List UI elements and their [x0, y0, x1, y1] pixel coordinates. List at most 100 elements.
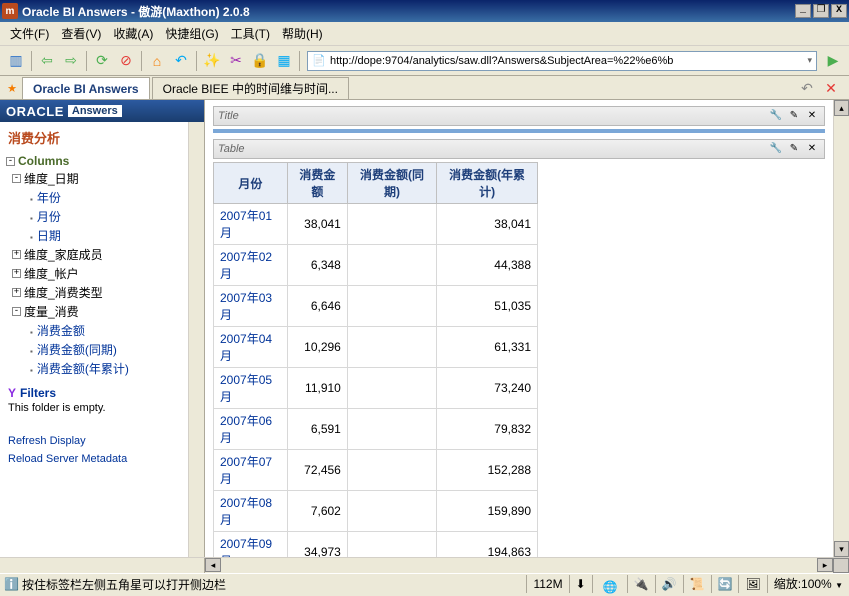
home-icon[interactable]: ⌂ — [146, 50, 168, 72]
url-bar[interactable]: 📄 http://dope:9704/analytics/saw.dll?Ans… — [307, 51, 817, 71]
month-cell[interactable]: 2007年03月 — [214, 286, 288, 327]
collapse-icon[interactable]: - — [12, 174, 21, 183]
value-cell: 44,388 — [437, 245, 538, 286]
expand-icon[interactable]: + — [12, 269, 21, 278]
menu-help[interactable]: 帮助(H) — [276, 23, 329, 44]
value-cell: 194,863 — [437, 532, 538, 558]
menu-file[interactable]: 文件(F) — [4, 23, 55, 44]
scroll-up-icon[interactable]: ▴ — [834, 100, 849, 116]
folder-date[interactable]: 维度_日期 — [24, 172, 79, 186]
tab-inactive[interactable]: Oracle BIEE 中的时间维与时间... — [152, 77, 349, 99]
subject-area-title: 消费分析 — [0, 122, 188, 153]
month-cell[interactable]: 2007年01月 — [214, 204, 288, 245]
month-cell[interactable]: 2007年06月 — [214, 409, 288, 450]
sidebar: ORACLE Answers 消费分析 -Columns -维度_日期 年份 月… — [0, 100, 205, 557]
value-cell: 6,591 — [287, 409, 347, 450]
expand-icon[interactable]: + — [12, 250, 21, 259]
speaker-icon[interactable]: 🔊 — [655, 575, 683, 593]
column-header[interactable]: 消费金额 — [287, 163, 347, 204]
toolbar: ▥ ⇦ ⇨ ⟳ ⊘ ⌂ ↶ ✨ ✂ 🔒 ▦ 📄 http://dope:9704… — [0, 46, 849, 76]
column-day[interactable]: 日期 — [6, 226, 182, 245]
block-ads-icon[interactable]: 🔌 — [627, 575, 655, 593]
column-amount-ytd[interactable]: 消费金额(年累计) — [6, 359, 182, 378]
sidebar-star-icon[interactable]: ★ — [2, 77, 22, 99]
value-cell — [347, 450, 436, 491]
scroll-down-icon[interactable]: ▾ — [834, 541, 849, 557]
edit-icon[interactable]: ✎ — [786, 108, 802, 124]
go-icon[interactable]: ▶ — [822, 50, 844, 72]
folder-measures[interactable]: 度量_消费 — [24, 305, 79, 319]
script-icon[interactable]: 📜 — [683, 575, 711, 593]
menu-favorites[interactable]: 收藏(A) — [107, 23, 159, 44]
cpu-icon[interactable]: 🔄 — [711, 575, 739, 593]
folder-account[interactable]: 维度_帐户 — [24, 267, 79, 281]
sidebar-scrollbar[interactable] — [188, 122, 204, 557]
forward-icon[interactable]: ⇨ — [60, 50, 82, 72]
scroll-left-icon[interactable]: ◂ — [205, 558, 221, 572]
value-cell — [347, 327, 436, 368]
column-header[interactable]: 消费金额(同期) — [347, 163, 436, 204]
table-row: 2007年02月6,348 44,388 — [214, 245, 538, 286]
vertical-scrollbar[interactable]: ▴ ▾ — [833, 100, 849, 557]
folder-type[interactable]: 维度_消费类型 — [24, 286, 103, 300]
delete-icon[interactable]: ✕ — [804, 108, 820, 124]
horizontal-scrollbar[interactable]: ◂ ▸ — [0, 557, 849, 573]
month-cell[interactable]: 2007年09月 — [214, 532, 288, 558]
filters-heading: YFilters — [0, 378, 188, 402]
magic-fill-icon[interactable]: ✨ — [201, 50, 223, 72]
image-icon[interactable]: 🖼 — [738, 575, 766, 593]
reload-metadata-link[interactable]: Reload Server Metadata — [8, 450, 180, 468]
status-download-icon[interactable]: ⬇ — [569, 575, 592, 593]
minimize-button[interactable]: _ — [795, 4, 811, 18]
value-cell: 6,646 — [287, 286, 347, 327]
column-month[interactable]: 月份 — [6, 207, 182, 226]
restore-button[interactable]: ❐ — [813, 4, 829, 18]
value-cell: 38,041 — [287, 204, 347, 245]
resource-sniffer-icon[interactable]: ▦ — [273, 50, 295, 72]
month-cell[interactable]: 2007年02月 — [214, 245, 288, 286]
column-year[interactable]: 年份 — [6, 188, 182, 207]
back-icon[interactable]: ⇦ — [36, 50, 58, 72]
collapse-icon[interactable]: - — [6, 157, 15, 166]
month-cell[interactable]: 2007年04月 — [214, 327, 288, 368]
tab-active[interactable]: Oracle BI Answers — [22, 77, 150, 99]
scroll-right-icon[interactable]: ▸ — [817, 558, 833, 572]
url-dropdown-icon[interactable]: ▾ — [807, 55, 812, 66]
stop-icon[interactable]: ⊘ — [115, 50, 137, 72]
ad-hunter-icon[interactable]: ✂ — [225, 50, 247, 72]
menu-tools[interactable]: 工具(T) — [225, 23, 276, 44]
new-tab-icon[interactable]: ▥ — [5, 50, 27, 72]
month-cell[interactable]: 2007年07月 — [214, 450, 288, 491]
tabs-bar: ★ Oracle BI Answers Oracle BIEE 中的时间维与时间… — [0, 76, 849, 100]
close-button[interactable]: X — [831, 4, 847, 18]
delete-icon[interactable]: ✕ — [804, 141, 820, 157]
content-control-icon[interactable]: 🔒 — [249, 50, 271, 72]
column-header[interactable]: 月份 — [214, 163, 288, 204]
format-icon[interactable]: 🔧 — [768, 141, 784, 157]
table-row: 2007年09月34,973194,863 — [214, 532, 538, 558]
expand-icon[interactable]: + — [12, 288, 21, 297]
undo-close-icon[interactable]: ↶ — [170, 50, 192, 72]
menu-view[interactable]: 查看(V) — [55, 23, 107, 44]
refresh-icon[interactable]: ⟳ — [91, 50, 113, 72]
column-amount-sply[interactable]: 消费金额(同期) — [6, 340, 182, 359]
window-title: Oracle BI Answers - 傲游(Maxthon) 2.0.8 — [22, 3, 793, 20]
table-row: 2007年05月11,91073,240 — [214, 368, 538, 409]
format-icon[interactable]: 🔧 — [768, 108, 784, 124]
month-cell[interactable]: 2007年05月 — [214, 368, 288, 409]
folder-family[interactable]: 维度_家庭成员 — [24, 248, 103, 262]
column-header[interactable]: 消费金额(年累计) — [437, 163, 538, 204]
column-amount[interactable]: 消费金额 — [6, 321, 182, 340]
menu-groups[interactable]: 快捷组(G) — [159, 23, 224, 44]
page-icon: 📄 — [312, 54, 326, 68]
edit-icon[interactable]: ✎ — [786, 141, 802, 157]
value-cell: 6,348 — [287, 245, 347, 286]
zoom-dropdown-icon[interactable]: ▼ — [835, 581, 843, 590]
collapse-icon[interactable]: - — [12, 307, 21, 316]
refresh-display-link[interactable]: Refresh Display — [8, 432, 180, 450]
month-cell[interactable]: 2007年08月 — [214, 491, 288, 532]
close-tab-icon[interactable]: ✕ — [820, 77, 842, 99]
columns-label: Columns — [18, 154, 69, 168]
value-cell: 152,288 — [437, 450, 538, 491]
undo-tab-icon[interactable]: ↶ — [796, 77, 818, 99]
